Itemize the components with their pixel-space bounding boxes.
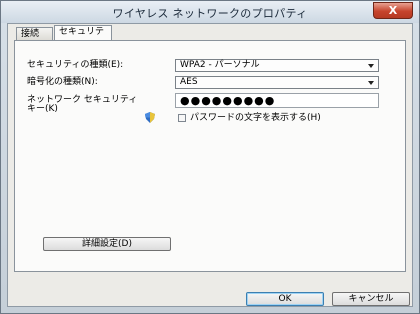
network-key-label-line2: キー(K) [27,104,58,114]
security-type-select[interactable]: WPA2 - パーソナル [175,59,379,72]
show-characters-label[interactable]: パスワードの文字を表示する(H) [190,113,321,124]
network-key-input[interactable]: ●●●●●●●●● [175,93,379,108]
dialog-client-area: 接続 セキュリティ セキュリティの種類(E): WPA2 - パーソナル 暗号化… [7,23,413,307]
close-button[interactable]: X [373,2,413,19]
chevron-down-icon[interactable] [368,81,374,85]
tab-security[interactable]: セキュリティ [54,25,112,50]
uac-shield-icon [145,112,155,123]
title-bar[interactable]: ワイヤレス ネットワークのプロパティ X [1,1,419,23]
chevron-down-icon[interactable] [368,64,374,68]
properties-window: ワイヤレス ネットワークのプロパティ X 接続 セキュリティ セキュリティの種類… [0,0,420,314]
security-type-label: セキュリティの種類(E): [27,60,124,70]
encryption-type-value: AES [180,77,198,87]
window-title: ワイヤレス ネットワークのプロパティ [112,7,308,20]
ok-button[interactable]: OK [246,292,324,306]
tab-connection[interactable]: 接続 [16,27,53,40]
cancel-button[interactable]: キャンセル [332,292,410,306]
security-tab-panel: セキュリティの種類(E): WPA2 - パーソナル 暗号化の種類(N): AE… [14,40,406,272]
security-type-value: WPA2 - パーソナル [180,60,260,70]
encryption-type-select[interactable]: AES [175,76,379,89]
encryption-type-label: 暗号化の種類(N): [27,77,98,87]
show-characters-checkbox[interactable] [178,114,186,122]
advanced-settings-button[interactable]: 詳細設定(D) [43,237,171,251]
